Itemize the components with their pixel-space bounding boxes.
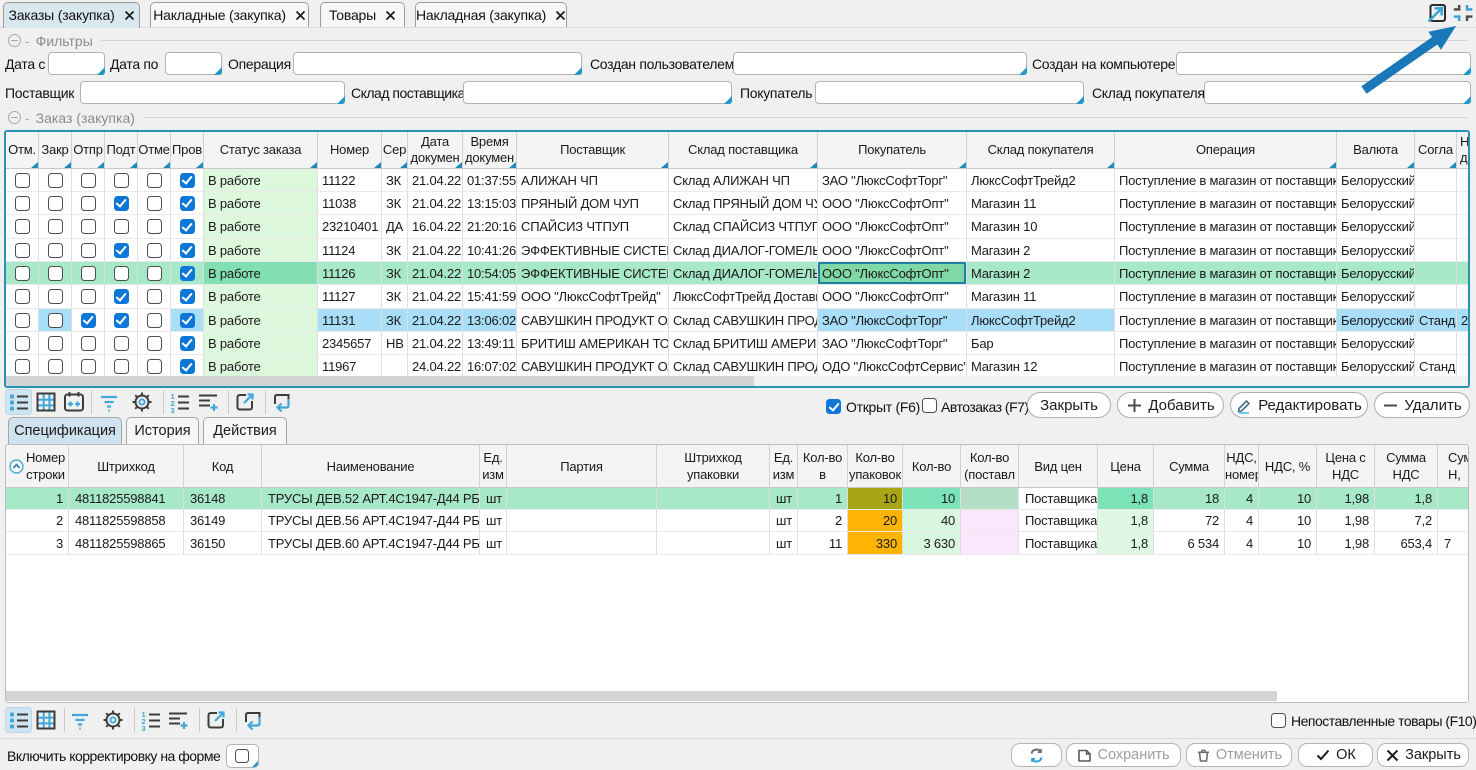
svg-text:3: 3 xyxy=(170,406,174,414)
svg-text:3: 3 xyxy=(141,724,145,732)
